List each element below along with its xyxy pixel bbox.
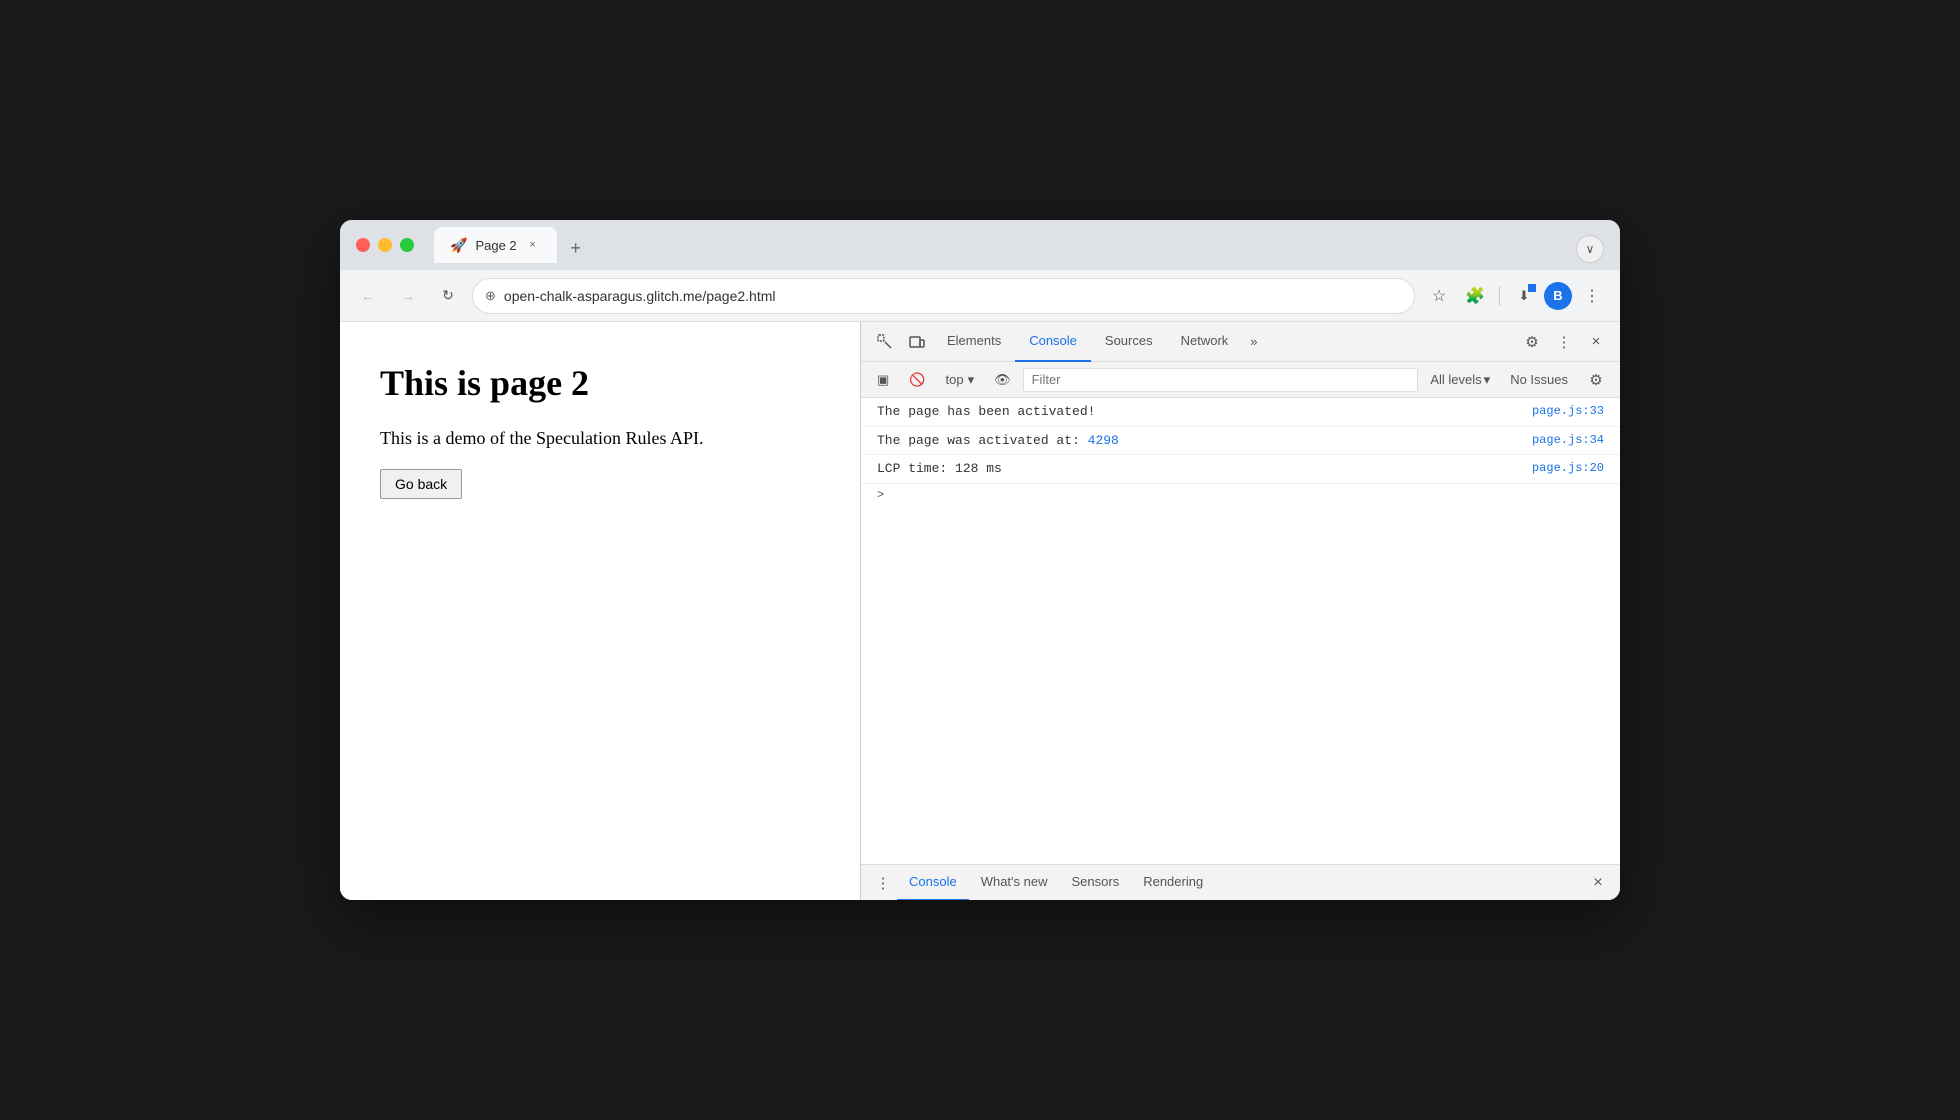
console-line-2-text-before: The page was activated at:	[877, 433, 1088, 448]
reload-button[interactable]: ↻	[432, 280, 464, 312]
tab-console[interactable]: Console	[1015, 322, 1091, 362]
extensions-button[interactable]: 🧩	[1459, 280, 1491, 312]
back-button[interactable]: ←	[352, 280, 384, 312]
nav-actions: ☆ 🧩 ⬇ B ⋮	[1423, 280, 1608, 312]
menu-button[interactable]: ⋮	[1576, 280, 1608, 312]
bottom-close-button[interactable]: ×	[1584, 869, 1612, 897]
console-line-2-link[interactable]: page.js:34	[1532, 431, 1604, 449]
tab-title: Page 2	[475, 238, 516, 253]
tab-elements[interactable]: Elements	[933, 322, 1015, 362]
address-bar-input[interactable]	[504, 288, 1402, 304]
inspect-element-button[interactable]	[869, 326, 901, 358]
console-settings-button[interactable]: ⚙	[1580, 364, 1612, 396]
browser-tab[interactable]: 🚀 Page 2 ×	[434, 227, 557, 263]
navigation-bar: ← → ↻ ⊕ ☆ 🧩 ⬇ B ⋮	[340, 270, 1620, 322]
devtools-more-options-button[interactable]: ⋮	[1548, 326, 1580, 358]
devtools-close-button[interactable]: ×	[1580, 326, 1612, 358]
address-bar-container[interactable]: ⊕	[472, 278, 1415, 314]
devtools-panel: Elements Console Sources Network » ⚙ ⋮ ×…	[860, 322, 1620, 900]
maximize-window-button[interactable]	[400, 238, 414, 252]
console-levels-button[interactable]: All levels ▾	[1422, 370, 1498, 390]
console-line-3: LCP time: 128 ms page.js:20	[861, 455, 1620, 484]
console-context-button[interactable]: top ▾	[937, 367, 982, 393]
page-description: This is a demo of the Speculation Rules …	[380, 428, 820, 449]
tabs-bar: 🚀 Page 2 × + ∨	[434, 227, 1604, 263]
tab-network[interactable]: Network	[1167, 322, 1243, 362]
bookmark-button[interactable]: ☆	[1423, 280, 1455, 312]
device-toggle-button[interactable]	[901, 326, 933, 358]
console-line-1-link[interactable]: page.js:33	[1532, 402, 1604, 420]
download-button[interactable]: ⬇	[1508, 280, 1540, 312]
console-output: The page has been activated! page.js:33 …	[861, 398, 1620, 864]
console-line-1-text: The page has been activated!	[877, 402, 1095, 422]
console-toolbar: ▣ 🚫 top ▾ 👁 All levels ▾ No Issues ⚙	[861, 362, 1620, 398]
minimize-window-button[interactable]	[378, 238, 392, 252]
tab-close-button[interactable]: ×	[525, 237, 541, 253]
forward-button[interactable]: →	[392, 280, 424, 312]
traffic-lights	[356, 238, 414, 252]
nav-divider	[1499, 286, 1500, 306]
console-line-3-text: LCP time: 128 ms	[877, 459, 1002, 479]
bottom-tab-whats-new[interactable]: What's new	[969, 865, 1060, 901]
console-prompt-arrow[interactable]: >	[861, 484, 1620, 506]
console-line-2-text: The page was activated at: 4298	[877, 431, 1119, 451]
tab-sources[interactable]: Sources	[1091, 322, 1167, 362]
console-filter-input[interactable]	[1023, 368, 1419, 392]
bottom-tab-rendering[interactable]: Rendering	[1131, 865, 1215, 901]
profile-button[interactable]: B	[1544, 282, 1572, 310]
go-back-button[interactable]: Go back	[380, 469, 462, 499]
browser-window: 🚀 Page 2 × + ∨ ← → ↻ ⊕ ☆ 🧩 ⬇ B ⋮	[340, 220, 1620, 900]
content-area: This is page 2 This is a demo of the Spe…	[340, 322, 1620, 900]
tab-dropdown-button[interactable]: ∨	[1576, 235, 1604, 263]
new-tab-button[interactable]: +	[561, 233, 591, 263]
console-clear-button[interactable]: 🚫	[901, 367, 933, 393]
title-bar: 🚀 Page 2 × + ∨	[340, 220, 1620, 270]
close-window-button[interactable]	[356, 238, 370, 252]
download-badge	[1528, 284, 1536, 292]
bottom-tab-console[interactable]: Console	[897, 865, 969, 901]
address-security-icon: ⊕	[485, 288, 496, 304]
levels-arrow-icon: ▾	[1484, 372, 1491, 388]
devtools-settings-button[interactable]: ⚙	[1516, 326, 1548, 358]
console-no-issues-label: No Issues	[1502, 372, 1576, 387]
console-line-2: The page was activated at: 4298 page.js:…	[861, 427, 1620, 456]
console-sidebar-button[interactable]: ▣	[869, 367, 897, 393]
bottom-tab-sensors[interactable]: Sensors	[1060, 865, 1132, 901]
console-line-3-link[interactable]: page.js:20	[1532, 459, 1604, 477]
context-arrow-icon: ▾	[968, 372, 975, 388]
webpage-content: This is page 2 This is a demo of the Spe…	[340, 322, 860, 900]
context-label: top	[945, 372, 963, 387]
page-heading: This is page 2	[380, 362, 820, 404]
console-eye-button[interactable]: 👁	[986, 367, 1019, 393]
devtools-tab-bar: Elements Console Sources Network » ⚙ ⋮ ×	[861, 322, 1620, 362]
tab-favicon-icon: 🚀	[450, 237, 467, 254]
devtools-bottom-bar: ⋮ Console What's new Sensors Rendering ×	[861, 864, 1620, 900]
console-line-2-number: 4298	[1088, 433, 1119, 448]
levels-label: All levels	[1430, 372, 1481, 387]
bottom-more-button[interactable]: ⋮	[869, 869, 897, 897]
console-line-1: The page has been activated! page.js:33	[861, 398, 1620, 427]
tab-more-button[interactable]: »	[1242, 322, 1265, 362]
